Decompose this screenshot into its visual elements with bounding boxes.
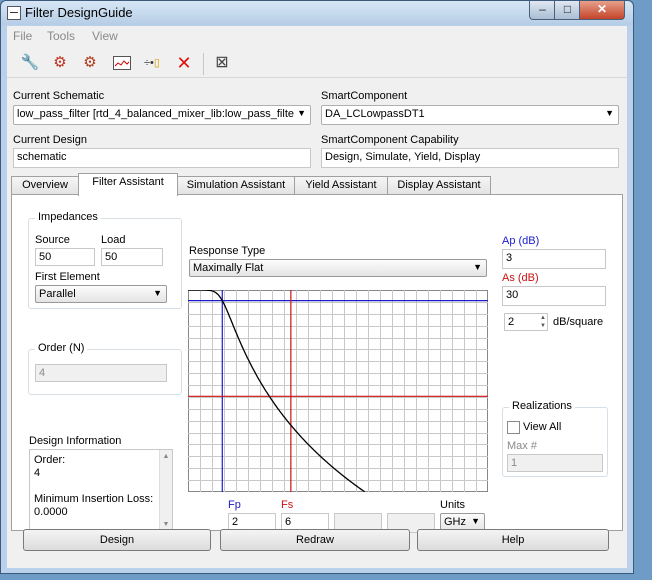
design-info-scrollbar[interactable]: ▲ ▼ bbox=[159, 450, 172, 531]
order-group: Order (N) 4 bbox=[28, 342, 182, 395]
chart-icon[interactable] bbox=[111, 53, 133, 73]
first-element-value: Parallel bbox=[39, 288, 76, 300]
design-info-label: Design Information bbox=[29, 435, 122, 447]
design-info-line: 0.0000 bbox=[34, 506, 68, 518]
menu-view[interactable]: View bbox=[92, 29, 118, 43]
chevron-down-icon: ▼ bbox=[605, 108, 614, 118]
title-bar[interactable]: Filter DesignGuide – □ ✕ bbox=[1, 1, 633, 25]
tab-display-assistant[interactable]: Display Assistant bbox=[387, 176, 491, 195]
impedances-title: Impedances bbox=[35, 211, 101, 223]
design-button[interactable]: Design bbox=[23, 529, 211, 551]
chevron-down-icon: ▼ bbox=[153, 288, 162, 298]
tab-overview[interactable]: Overview bbox=[11, 176, 79, 195]
first-element-label: First Element bbox=[35, 271, 100, 283]
response-plot bbox=[188, 290, 488, 492]
current-schematic-label: Current Schematic bbox=[13, 90, 105, 102]
menu-bar: File Tools View bbox=[7, 26, 627, 46]
plot-frame bbox=[188, 290, 488, 492]
current-design-field[interactable]: schematic bbox=[13, 148, 311, 168]
close-button[interactable]: ✕ bbox=[579, 1, 625, 20]
help-button[interactable]: Help bbox=[417, 529, 609, 551]
chevron-down-icon: ▼ bbox=[473, 262, 482, 272]
load-field[interactable]: 50 bbox=[101, 248, 163, 266]
fp-label: Fp bbox=[228, 499, 241, 511]
capability-field: Design, Simulate, Yield, Display bbox=[321, 148, 619, 168]
gear-red-icon[interactable]: ⚙ bbox=[49, 53, 71, 73]
tab-simulation-assistant[interactable]: Simulation Assistant bbox=[177, 176, 295, 195]
scroll-up-icon[interactable]: ▲ bbox=[160, 450, 172, 463]
filter-assistant-panel: Impedances Source 50 Load 50 First Eleme… bbox=[11, 194, 623, 533]
redraw-button[interactable]: Redraw bbox=[220, 529, 410, 551]
design-info-line: 4 bbox=[34, 467, 41, 479]
realizations-title: Realizations bbox=[509, 400, 575, 412]
current-schematic-value: low_pass_filter [rtd_4_balanced_mixer_li… bbox=[17, 108, 294, 120]
smartcomponent-value: DA_LCLowpassDT1 bbox=[325, 108, 425, 120]
delete-icon[interactable]: ✕ bbox=[173, 53, 195, 73]
chevron-down-icon: ▼ bbox=[297, 108, 306, 118]
smartcomponent-label: SmartComponent bbox=[321, 90, 408, 102]
view-all-label: View All bbox=[523, 421, 562, 433]
dbsquare-label: dB/square bbox=[553, 316, 604, 328]
app-icon bbox=[7, 6, 21, 20]
design-info-line: Order: bbox=[34, 454, 66, 466]
response-type-label: Response Type bbox=[189, 245, 266, 257]
minimize-button[interactable]: – bbox=[529, 1, 556, 20]
grid-icon[interactable]: ⊠ bbox=[211, 53, 233, 73]
as-field[interactable]: 30 bbox=[502, 286, 606, 306]
window-title: Filter DesignGuide bbox=[25, 5, 133, 20]
menu-file[interactable]: File bbox=[13, 29, 32, 43]
maximize-button[interactable]: □ bbox=[554, 1, 581, 20]
current-schematic-select[interactable]: low_pass_filter [rtd_4_balanced_mixer_li… bbox=[13, 105, 311, 125]
toolbar: 🔧 ⚙ ⚙ ÷•▯ ✕ ⊠ bbox=[7, 47, 627, 78]
order-field: 4 bbox=[35, 364, 167, 382]
capability-label: SmartComponent Capability bbox=[321, 134, 459, 146]
units-label: Units bbox=[440, 499, 466, 511]
client-area: File Tools View 🔧 ⚙ ⚙ ÷•▯ ✕ ⊠ Current Sc… bbox=[7, 26, 627, 568]
menu-tools[interactable]: Tools bbox=[47, 29, 75, 43]
source-label: Source bbox=[35, 234, 70, 246]
tab-yield-assistant[interactable]: Yield Assistant bbox=[294, 176, 388, 195]
source-field[interactable]: 50 bbox=[35, 248, 95, 266]
design-info-box: Order: 4 Minimum Insertion Loss: 0.0000 … bbox=[29, 449, 173, 532]
as-label: As (dB) bbox=[502, 272, 539, 284]
chevron-down-icon: ▼ bbox=[471, 516, 480, 526]
units-value: GHz bbox=[444, 516, 466, 528]
first-element-select[interactable]: Parallel ▼ bbox=[35, 285, 167, 303]
gear-multi-icon[interactable]: ⚙ bbox=[79, 53, 101, 73]
view-all-checkbox[interactable] bbox=[507, 421, 520, 434]
wrench-icon[interactable]: 🔧 bbox=[19, 53, 41, 73]
toolbar-separator bbox=[203, 53, 204, 75]
max-label: Max # bbox=[507, 440, 537, 452]
tab-filter-assistant[interactable]: Filter Assistant bbox=[78, 173, 178, 196]
realizations-group: Realizations View All Max # 1 bbox=[502, 400, 608, 477]
order-title: Order (N) bbox=[35, 342, 88, 354]
resistor-icon[interactable]: ÷•▯ bbox=[141, 53, 163, 73]
design-info-line: Minimum Insertion Loss: bbox=[34, 493, 154, 505]
ap-label: Ap (dB) bbox=[502, 235, 540, 247]
fs-label: Fs bbox=[281, 499, 294, 511]
response-type-select[interactable]: Maximally Flat ▼ bbox=[189, 259, 487, 277]
dbsquare-value: 2 bbox=[508, 316, 515, 328]
dbsquare-spinner[interactable]: 2 ▲ ▼ bbox=[504, 313, 548, 331]
ap-field[interactable]: 3 bbox=[502, 249, 606, 269]
load-label: Load bbox=[101, 234, 126, 246]
max-field: 1 bbox=[507, 454, 603, 472]
app-window: Filter DesignGuide – □ ✕ File Tools View… bbox=[0, 0, 634, 574]
spin-arrows-icon[interactable]: ▲ ▼ bbox=[540, 314, 546, 330]
current-design-label: Current Design bbox=[13, 134, 87, 146]
smartcomponent-select[interactable]: DA_LCLowpassDT1 ▼ bbox=[321, 105, 619, 125]
impedances-group: Impedances Source 50 Load 50 First Eleme… bbox=[28, 211, 182, 309]
response-type-value: Maximally Flat bbox=[193, 262, 264, 274]
design-info-spacer bbox=[34, 480, 168, 493]
